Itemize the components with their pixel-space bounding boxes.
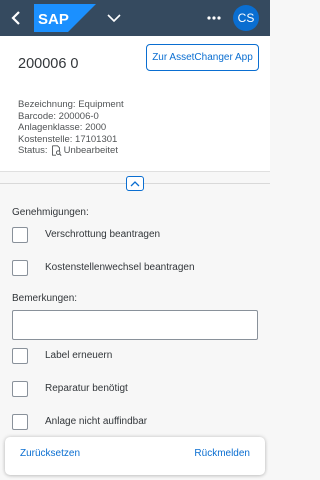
document-search-icon [51,145,62,157]
shell-bar: SAP CS [0,0,270,36]
status-label: Status: [18,145,48,156]
checkbox-label: Label erneuern [45,350,113,361]
back-button[interactable] [6,8,26,28]
attribute-bezeichnung: Bezeichnung: Equipment [18,99,124,110]
checkbox-label: Reparatur benötigt [45,383,128,394]
object-title: 200006 0 [18,56,79,72]
sap-logo[interactable]: SAP [34,4,96,32]
checkbox-verschrottung[interactable]: Verschrottung beantragen [12,226,160,244]
checkbox-box[interactable] [12,381,28,397]
checkbox-label: Anlage nicht auffindbar [45,416,148,427]
app-menu-button[interactable] [106,9,122,27]
checkbox-label-erneuern[interactable]: Label erneuern [12,347,112,365]
more-button[interactable] [204,8,224,28]
checkbox-label: Kostenstellenwechsel beantragen [45,262,195,273]
chevron-up-icon [130,181,140,187]
svg-text:SAP: SAP [38,11,69,28]
object-attributes: Bezeichnung: Equipment Barcode: 200006-0… [18,99,124,157]
assetchanger-app-button[interactable]: Zur AssetChanger App [146,44,259,71]
reset-button[interactable]: Zurücksetzen [20,448,80,459]
remarks-label: Bemerkungen: [12,293,78,304]
back-icon [11,11,20,25]
user-avatar[interactable]: CS [233,5,259,31]
collapse-header-button[interactable] [126,176,144,191]
status-value: Unbearbeitet [63,145,118,156]
attribute-barcode: Barcode: 200006-0 [18,110,99,122]
footer-toolbar: Zurücksetzen Rückmelden [5,437,265,475]
checkbox-box[interactable] [12,227,28,243]
checkbox-label: Verschrottung beantragen [45,229,161,240]
remarks-input[interactable] [12,310,258,340]
chevron-down-icon [107,14,121,23]
object-header: 200006 0 Zur AssetChanger App Bezeichnun… [0,36,270,172]
checkbox-nicht-auffindbar[interactable]: Anlage nicht auffindbar [12,413,147,431]
checkbox-kostenstellenwechsel[interactable]: Kostenstellenwechsel beantragen [12,259,195,277]
submit-button[interactable]: Rückmelden [194,448,250,459]
attribute-status: Status: Unbearbeitet [18,145,124,157]
attribute-kostenstelle: Kostenstelle: 17101301 [18,133,118,145]
checkbox-reparatur[interactable]: Reparatur benötigt [12,380,128,398]
attribute-anlagenklasse: Anlagenklasse: 2000 [18,122,107,133]
checkbox-box[interactable] [12,260,28,276]
checkbox-box[interactable] [12,414,28,430]
checkbox-box[interactable] [12,348,28,364]
more-icon [207,16,221,20]
approvals-label: Genehmigungen: [12,207,89,218]
